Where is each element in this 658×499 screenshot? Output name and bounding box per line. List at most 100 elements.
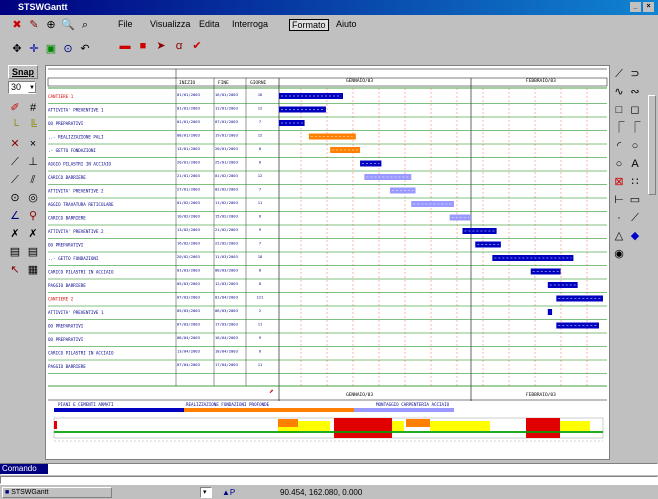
- column-header: FINE: [218, 80, 229, 86]
- block-icon[interactable]: ▭: [628, 193, 642, 207]
- snap-c-icon[interactable]: ▤: [8, 245, 22, 259]
- chevron-down-icon[interactable]: ▼: [28, 82, 36, 93]
- offset-icon[interactable]: ⎾: [612, 121, 626, 135]
- phase-bar: [54, 408, 184, 412]
- point-icon[interactable]: ·: [612, 211, 626, 225]
- tangent-icon[interactable]: ⟋: [8, 173, 22, 187]
- ortho-icon[interactable]: ╚: [26, 119, 40, 133]
- square-icon[interactable]: ◻: [628, 103, 642, 117]
- phase-bar: [354, 408, 454, 412]
- minimize-button[interactable]: _: [630, 2, 641, 12]
- end-date: 11/03/2003: [215, 254, 238, 259]
- snap-b-icon[interactable]: ✗: [26, 227, 40, 241]
- color-icon[interactable]: ▬: [118, 39, 132, 53]
- duration-days: 12: [258, 106, 263, 111]
- duration-days: 11: [258, 362, 263, 367]
- command-line[interactable]: [0, 463, 658, 475]
- rectangle-icon[interactable]: □: [612, 103, 626, 117]
- fill-icon[interactable]: ■: [136, 39, 150, 53]
- menu-formato[interactable]: Formato: [289, 19, 329, 31]
- circle-icon[interactable]: ○: [628, 139, 642, 153]
- resource-block: [392, 421, 404, 431]
- query-icon[interactable]: ⊙: [61, 42, 75, 56]
- edit-icon[interactable]: ✎: [27, 18, 41, 32]
- menu-interroga[interactable]: Interroga: [232, 19, 268, 29]
- undo-icon[interactable]: ↶: [78, 42, 92, 56]
- end-date: 12/03/2003: [215, 281, 238, 286]
- taskbar-app-button[interactable]: ■ STSWGantt: [2, 487, 112, 498]
- task-label: PAGGIO BARRIERE: [48, 283, 86, 288]
- triangle-icon[interactable]: △: [612, 229, 626, 243]
- snap-button[interactable]: Snap: [8, 65, 38, 79]
- menu-visualizza[interactable]: Visualizza: [150, 19, 190, 29]
- menu-file[interactable]: File: [118, 19, 133, 29]
- grid-icon[interactable]: #: [26, 101, 40, 115]
- center-icon[interactable]: ⊙: [8, 191, 22, 205]
- midpoint-icon[interactable]: ⟋: [8, 155, 22, 169]
- node-icon[interactable]: ⚲: [26, 209, 40, 223]
- corner-icon[interactable]: └: [8, 119, 22, 133]
- side-tab-strip[interactable]: [648, 95, 656, 195]
- end-date: 01/04/2003: [215, 295, 238, 300]
- resource-block: [526, 418, 560, 438]
- taskbar-dropdown[interactable]: ▾: [200, 487, 212, 498]
- snap-a-icon[interactable]: ✗: [8, 227, 22, 241]
- end-date: 06/03/2003: [215, 308, 238, 313]
- diamond-icon[interactable]: ◆: [628, 229, 642, 243]
- gantt-chart[interactable]: INIZIO FINE GIORNI GENNAIO/03 FEBBRAIO/03 CAN…: [45, 65, 610, 460]
- task-label: OO PREPARATIVI: [48, 121, 84, 126]
- task-label: ATTIVITA' PREVENTIVE 2: [48, 229, 104, 234]
- polyline-icon[interactable]: ∿: [612, 85, 626, 99]
- parallel-icon[interactable]: ⫽: [26, 173, 40, 187]
- nearest-icon[interactable]: ∠: [8, 209, 22, 223]
- snap-e-icon[interactable]: ↖: [8, 263, 22, 277]
- zoom-out-icon[interactable]: ⌕: [78, 18, 92, 32]
- line-icon[interactable]: ⟋: [612, 67, 626, 81]
- menu-edita[interactable]: Edita: [199, 19, 220, 29]
- pan-icon[interactable]: ✥: [10, 42, 24, 56]
- slash-icon[interactable]: ⟋: [628, 211, 642, 225]
- start-date: 01/01/2003: [177, 119, 200, 124]
- arrow-icon[interactable]: ➤: [154, 39, 168, 53]
- end-date: 17/03/2003: [215, 322, 238, 327]
- resource-block: [406, 419, 430, 427]
- delete-icon[interactable]: ✖: [10, 18, 24, 32]
- task-label: ATTIVITA' PREVENTIVE 1: [48, 108, 104, 113]
- curve-icon[interactable]: ∾: [628, 85, 642, 99]
- taskbar-app-label: STSWGantt: [11, 489, 49, 496]
- circle2-icon[interactable]: ○: [612, 157, 626, 171]
- close-button[interactable]: ×: [643, 2, 654, 12]
- perpendicular-icon[interactable]: ⊥: [26, 155, 40, 169]
- menu-aiuto[interactable]: Aiuto: [336, 19, 357, 29]
- text-style-icon[interactable]: ꭤ: [172, 39, 186, 53]
- text-icon[interactable]: A: [628, 157, 642, 171]
- start-date: 20/01/2003: [177, 160, 200, 165]
- dimension-icon[interactable]: ⊢: [612, 193, 626, 207]
- select-icon[interactable]: ▣: [44, 42, 58, 56]
- hatch-icon[interactable]: ⊠: [612, 175, 626, 189]
- snap-d-icon[interactable]: ▤: [26, 245, 40, 259]
- zoom-in-icon[interactable]: 🔍: [61, 18, 75, 32]
- snap-f-icon[interactable]: ▦: [26, 263, 40, 277]
- quadrant-icon[interactable]: ◎: [26, 191, 40, 205]
- resource-block: [298, 421, 330, 431]
- start-date: 20/02/2003: [177, 254, 200, 259]
- intersect-icon[interactable]: ×: [26, 137, 40, 151]
- eye-icon[interactable]: ◉: [612, 247, 626, 261]
- arc2-icon[interactable]: ◜: [612, 139, 626, 153]
- offset2-icon[interactable]: ⎾: [628, 121, 642, 135]
- move-icon[interactable]: ✛: [27, 42, 41, 56]
- array-icon[interactable]: ∷: [628, 175, 642, 189]
- task-label: CARICO BARRIERE: [48, 216, 86, 221]
- pencil-icon[interactable]: ✐: [8, 101, 22, 115]
- task-label: OO PREPARATIVI: [48, 337, 84, 342]
- arc-icon[interactable]: ⊃: [628, 67, 642, 81]
- end-date: 16/01/2003: [215, 92, 238, 97]
- start-date: 21/01/2003: [177, 173, 200, 178]
- task-label: ..- REALIZZAZIONE PALI: [48, 135, 104, 140]
- zoom-window-icon[interactable]: ⊕: [44, 18, 58, 32]
- start-date: 07/03/2003: [177, 322, 200, 327]
- check-icon[interactable]: ✔: [190, 39, 204, 53]
- duration-days: 6: [259, 349, 262, 354]
- endpoint-icon[interactable]: ✕: [8, 137, 22, 151]
